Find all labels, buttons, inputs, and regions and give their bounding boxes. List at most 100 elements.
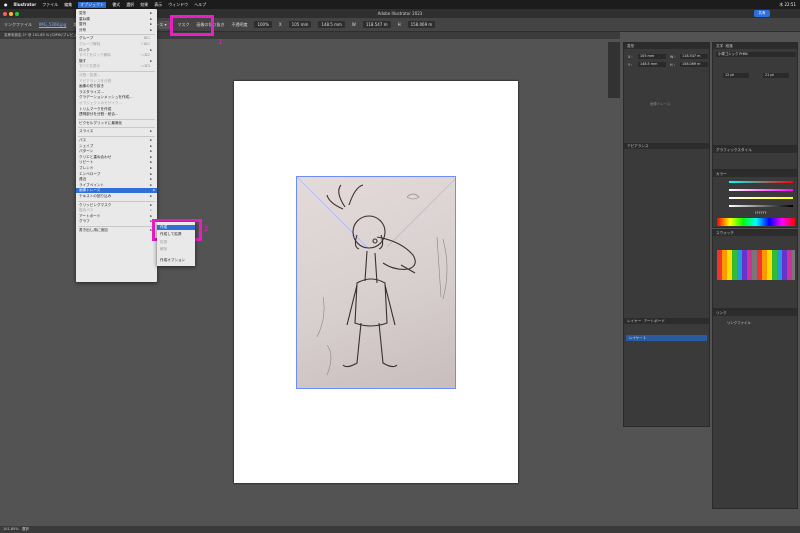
- placed-image[interactable]: [296, 176, 456, 389]
- swatch-grid[interactable]: [717, 250, 795, 280]
- object-menu-item[interactable]: ロック ▸: [79, 48, 154, 53]
- paragraph-tab[interactable]: 段落: [725, 44, 732, 48]
- menu-type[interactable]: 書式: [112, 2, 120, 8]
- h-label: H: [397, 22, 401, 27]
- properties-tab[interactable]: 変形: [624, 43, 709, 49]
- object-menu-dropdown: 変形 ▸ 重ね順 ▸ 整列 ▸ 分布 ▸ グループ ⌘G グループ解除 ⇧⌘G ロック ▸ すべてをロック解…: [76, 9, 157, 282]
- links-tab[interactable]: リンク: [713, 310, 797, 316]
- object-menu-item[interactable]: アピアランスを分割: [79, 79, 154, 84]
- object-menu-item[interactable]: 画像の切り抜き: [79, 84, 154, 89]
- menu-window[interactable]: ウィンドウ: [168, 2, 188, 8]
- menu-separator: [78, 200, 155, 202]
- shortcut-label: ⌥⌘3: [139, 64, 150, 69]
- menu-object[interactable]: オブジェクト: [78, 1, 107, 8]
- menu-help[interactable]: ヘルプ: [194, 2, 206, 8]
- color-spectrum[interactable]: [717, 218, 795, 226]
- w-field[interactable]: 118.547 m: [362, 21, 391, 28]
- object-menu-item[interactable]: グループ解除 ⇧⌘G: [79, 42, 154, 47]
- opacity-field[interactable]: 100%: [254, 21, 272, 28]
- font-size-field[interactable]: 12 pt: [723, 73, 749, 78]
- swatches-panel: スウォッチ: [712, 229, 798, 309]
- object-menu-item[interactable]: クリッピングマスク ▸: [79, 203, 154, 208]
- zoom-level[interactable]: 101.85%: [3, 527, 19, 531]
- mini-toolbar[interactable]: [608, 42, 620, 98]
- menu-select[interactable]: 選択: [126, 2, 134, 8]
- layer-row[interactable]: レイヤー 1: [626, 335, 707, 341]
- menu-separator: [78, 226, 155, 227]
- object-menu-item[interactable]: すべてをロック解除 ⌥⌘2: [79, 53, 154, 58]
- object-menu-item[interactable]: スライス ▸: [79, 129, 154, 134]
- shortcut-label: ⌘G: [143, 36, 150, 41]
- object-menu-item[interactable]: 書き出し用に追加 ▸: [79, 228, 154, 233]
- trace-submenu-item[interactable]: 作成: [157, 225, 195, 230]
- object-menu-item[interactable]: 画像トレース ▸: [76, 188, 157, 194]
- object-menu-item[interactable]: シェイプ ▸: [79, 144, 154, 149]
- h-prop-field[interactable]: 158.069 m: [680, 62, 708, 67]
- app-menu[interactable]: Illustrator: [14, 2, 37, 7]
- object-menu-item[interactable]: 整列 ▸: [79, 22, 154, 27]
- apple-icon[interactable]: ●: [4, 2, 8, 7]
- artboards-tab[interactable]: アートボード: [644, 319, 665, 323]
- file-name-link[interactable]: IMG_5308.jpg: [39, 22, 66, 27]
- object-menu-item[interactable]: 重ね順 ▸: [79, 17, 154, 22]
- object-menu-item[interactable]: 分割・拡張...: [79, 73, 154, 78]
- color-tab[interactable]: カラー: [713, 171, 797, 177]
- object-menu-item[interactable]: テキストの回り込み ▸: [79, 194, 154, 199]
- y-field[interactable]: 148.5 mm: [318, 21, 345, 28]
- object-menu-item[interactable]: 遠近 ▸: [79, 177, 154, 182]
- link-info-label: リンクファイル: [727, 321, 751, 325]
- trace-submenu-item[interactable]: 解除: [160, 247, 167, 252]
- hex-value[interactable]: FFFFFF: [755, 211, 767, 215]
- object-menu-item[interactable]: ブレンド ▸: [79, 166, 154, 171]
- object-menu-item[interactable]: すべてを表示 ⌥⌘3: [79, 64, 154, 69]
- swatches-tab[interactable]: スウォッチ: [713, 230, 797, 236]
- h-prop-label: H :: [670, 63, 675, 67]
- object-menu-item[interactable]: グラデーションメッシュを作成...: [79, 95, 154, 100]
- menu-file[interactable]: ファイル: [42, 2, 58, 8]
- w-prop-label: W :: [670, 55, 676, 59]
- chevron-right-icon: ▸: [150, 129, 152, 134]
- object-menu-item[interactable]: リピート ▸: [79, 160, 154, 165]
- object-menu-item[interactable]: パス ▸: [79, 138, 154, 143]
- graphic-styles-tab[interactable]: グラフィックスタイル: [713, 147, 797, 153]
- leading-field[interactable]: 21 pt: [763, 73, 789, 78]
- chevron-right-icon: ▸: [150, 22, 152, 27]
- menu-separator: [78, 136, 155, 137]
- x-field[interactable]: 105 mm: [288, 21, 312, 28]
- appearance-tab[interactable]: アピアランス: [624, 143, 709, 149]
- object-menu-item[interactable]: パターン ▸: [79, 149, 154, 154]
- object-menu-item[interactable]: トリムマークを作成: [79, 107, 154, 112]
- link-file-label[interactable]: リンクファイル: [4, 22, 32, 28]
- object-menu-item[interactable]: グラフ ▸: [79, 219, 154, 224]
- annotation-number-1: 1: [218, 38, 223, 46]
- trace-submenu-item[interactable]: 作成して拡張: [160, 232, 181, 237]
- object-menu-item[interactable]: エンベロープ ▸: [79, 172, 154, 177]
- links-panel: リンク リンクファイル: [712, 309, 798, 509]
- object-menu-item[interactable]: グループ ⌘G: [79, 36, 154, 41]
- w-prop-field[interactable]: 118.547 m: [680, 54, 708, 59]
- object-menu-item[interactable]: オブジェクトのモザイク...: [79, 101, 154, 106]
- status-bar: 101.85% 選択: [0, 526, 800, 533]
- menu-edit[interactable]: 編集: [64, 2, 72, 8]
- object-menu-item[interactable]: ピクセルグリッドに最適化: [79, 121, 154, 126]
- menu-effect[interactable]: 効果: [140, 2, 148, 8]
- object-menu-item[interactable]: 変形 ▸: [79, 11, 154, 16]
- object-menu-item[interactable]: アートボード ▸: [79, 214, 154, 219]
- share-button[interactable]: 共有: [754, 10, 770, 17]
- layers-tab[interactable]: レイヤー アートボード: [624, 318, 709, 324]
- object-menu-item[interactable]: 複合パス ▸: [79, 208, 154, 213]
- object-menu-item[interactable]: 分布 ▸: [79, 28, 154, 33]
- font-family-field[interactable]: 小塚ゴシック Pr6N: [716, 52, 796, 57]
- chevron-right-icon: ▸: [150, 143, 152, 148]
- object-menu-item[interactable]: 透明部分を分割・統合...: [79, 112, 154, 117]
- trace-submenu-item[interactable]: 拡張: [160, 240, 167, 245]
- menu-view[interactable]: 表示: [154, 2, 162, 8]
- shortcut-label: ⇧⌘G: [140, 42, 150, 46]
- x-prop-field[interactable]: 105 mm: [638, 54, 666, 59]
- opacity-label: 不透明度: [231, 21, 248, 27]
- trace-submenu-item[interactable]: 作成オプション: [160, 258, 185, 263]
- h-field[interactable]: 158.069 m: [407, 21, 436, 28]
- character-tab[interactable]: 文字 段落: [713, 43, 797, 49]
- chevron-right-icon: ▸: [150, 149, 152, 154]
- y-prop-field[interactable]: 148.5 mm: [638, 62, 666, 67]
